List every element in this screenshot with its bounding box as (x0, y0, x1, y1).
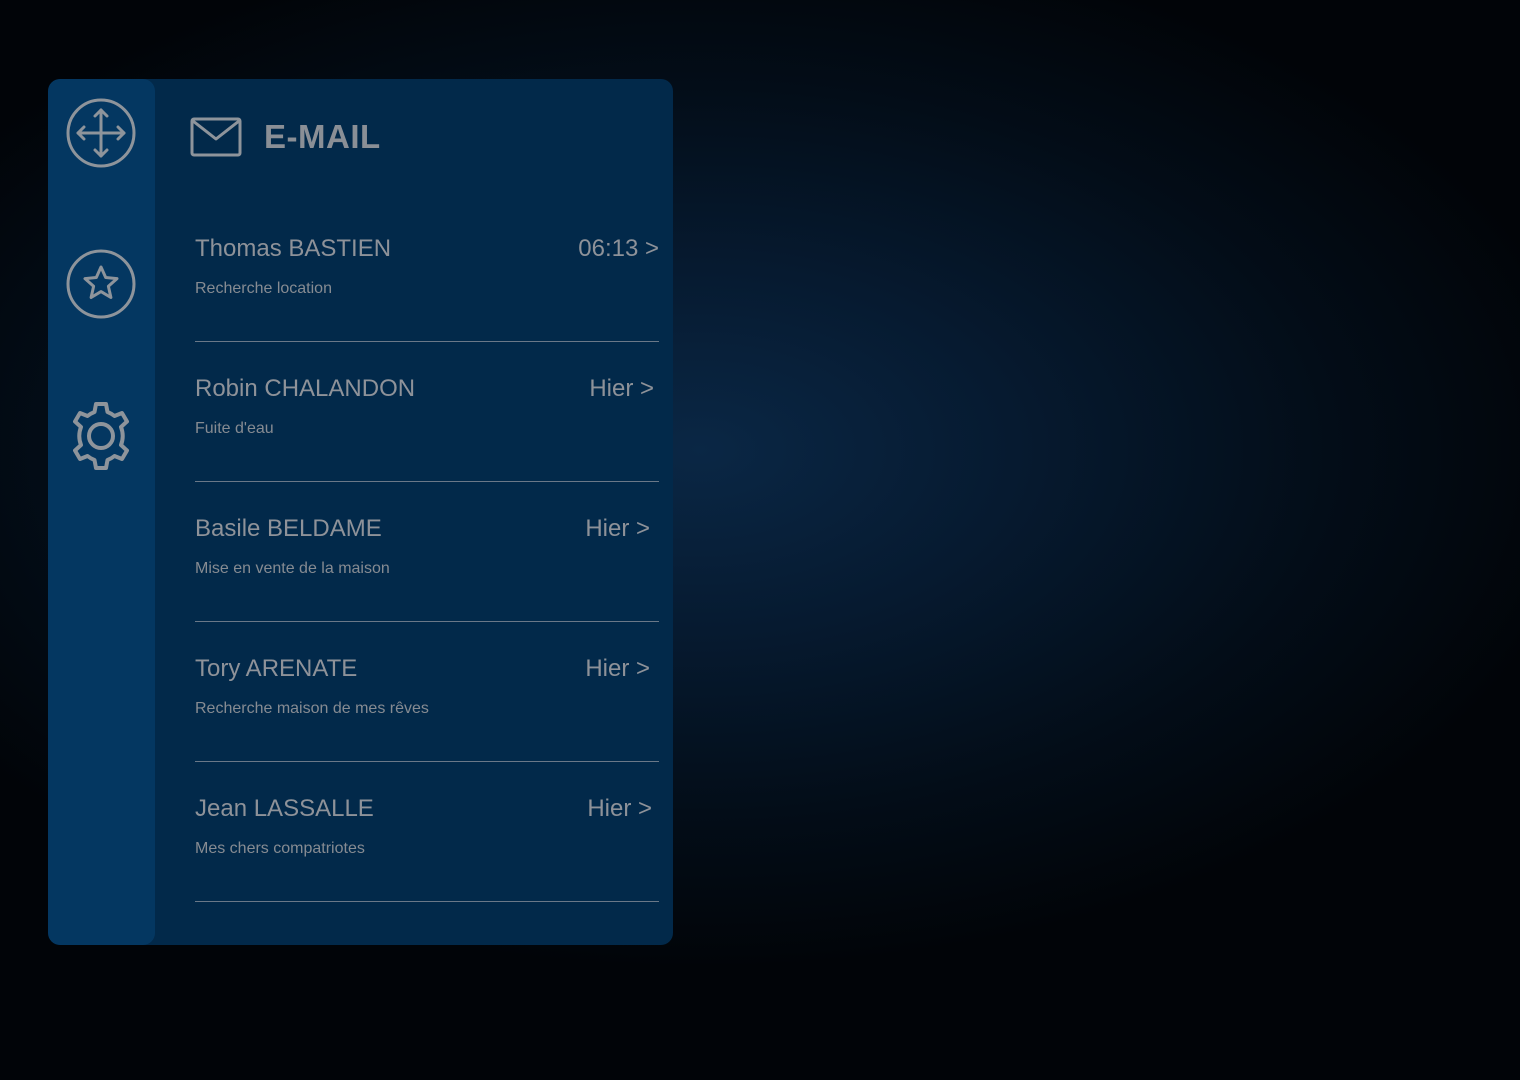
email-time: Hier > (587, 795, 652, 822)
email-subject: Fuite d'eau (195, 420, 274, 437)
email-item[interactable]: Tory ARENATE Hier > Recherche maison de … (195, 622, 659, 762)
email-subject: Recherche maison de mes rêves (195, 700, 429, 717)
move-button[interactable] (65, 97, 137, 169)
email-sender: Tory ARENATE (195, 655, 358, 682)
email-time: Hier > (589, 375, 654, 402)
gear-icon (73, 402, 129, 470)
email-time: Hier > (585, 655, 650, 682)
email-item[interactable]: Robin CHALANDON Hier > Fuite d'eau (195, 342, 659, 482)
email-panel: E-MAIL Thomas BASTIEN 06:13 > Recherche … (48, 79, 673, 945)
email-item[interactable]: Basile BELDAME Hier > Mise en vente de l… (195, 482, 659, 622)
star-icon (66, 249, 136, 319)
email-list: Thomas BASTIEN 06:13 > Recherche locatio… (195, 202, 659, 902)
page-title: E-MAIL (264, 118, 381, 155)
move-arrows-icon (66, 98, 136, 168)
email-item[interactable]: Thomas BASTIEN 06:13 > Recherche locatio… (195, 202, 659, 342)
mail-icon (190, 117, 242, 157)
favorites-button[interactable] (65, 248, 137, 320)
email-sender: Thomas BASTIEN (195, 235, 392, 262)
sidebar (48, 79, 155, 945)
email-subject: Mise en vente de la maison (195, 560, 390, 577)
email-sender: Jean LASSALLE (195, 795, 374, 822)
email-time: Hier > (585, 515, 650, 542)
email-item[interactable]: Jean LASSALLE Hier > Mes chers compatrio… (195, 762, 659, 902)
email-sender: Robin CHALANDON (195, 375, 416, 402)
email-time: 06:13 > (578, 235, 659, 262)
email-subject: Recherche location (195, 280, 332, 297)
email-sender: Basile BELDAME (195, 515, 382, 542)
panel-header: E-MAIL (190, 113, 381, 161)
settings-button[interactable] (65, 400, 137, 472)
email-subject: Mes chers compatriotes (195, 840, 365, 857)
